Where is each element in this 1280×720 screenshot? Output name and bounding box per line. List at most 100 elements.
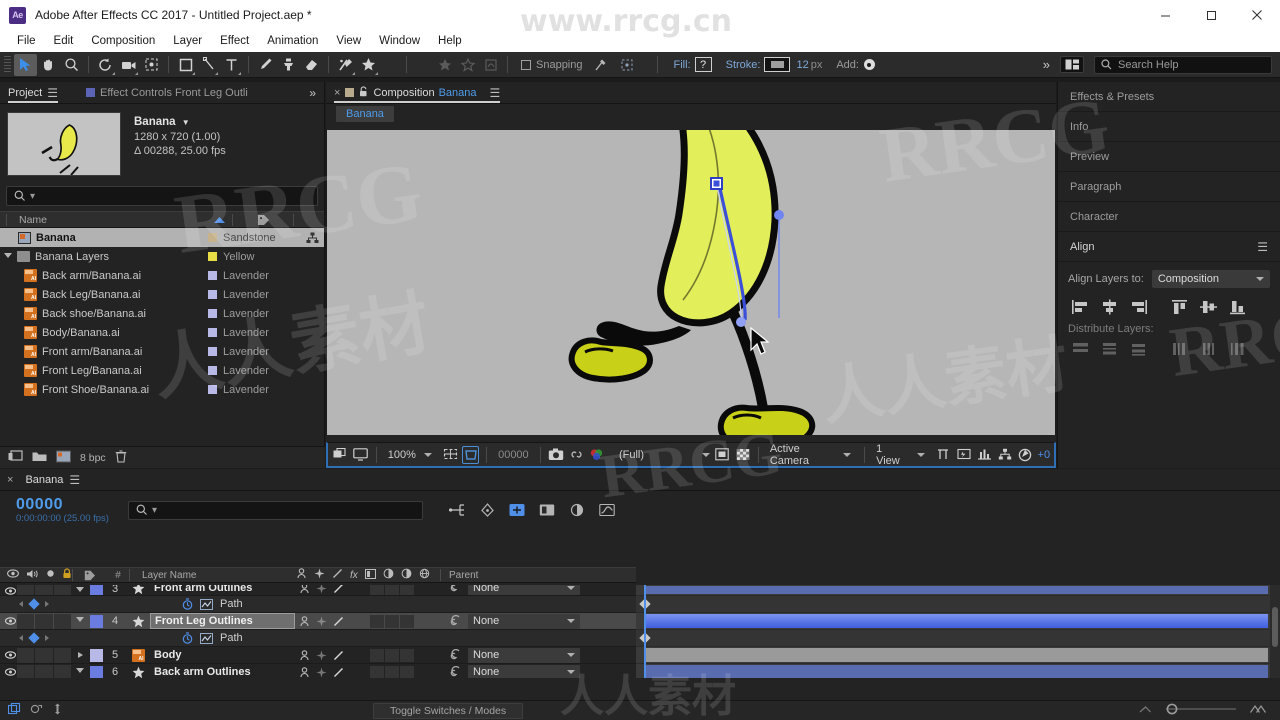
new-folder-icon[interactable] — [32, 450, 47, 465]
zoom-out-icon[interactable] — [1139, 704, 1152, 717]
layer-toggle-cells[interactable] — [17, 664, 72, 678]
timeline-layer-row[interactable]: 5 Body None — [0, 647, 636, 664]
pixel-aspect-correction-icon[interactable] — [935, 446, 951, 464]
project-item-color-label[interactable]: Lavender — [208, 308, 300, 320]
toggle-mask-icon[interactable] — [735, 446, 751, 464]
show-channel-icon[interactable] — [588, 446, 604, 464]
snapping-toggle[interactable]: Snapping — [521, 59, 583, 71]
project-item-color-label[interactable]: Yellow — [208, 251, 300, 263]
graph-editor-icon[interactable] — [597, 500, 617, 520]
composition-panel-menu-icon[interactable]: ☰ — [490, 86, 501, 100]
color-swatch[interactable] — [208, 290, 217, 299]
fast-previews-icon[interactable] — [956, 446, 972, 464]
layer-switches-icon[interactable] — [7, 702, 21, 718]
layer-visibility-icon[interactable] — [0, 668, 17, 676]
keyframe-navigator[interactable] — [0, 632, 60, 644]
timeline-layer-row[interactable]: 4 Front Leg Outlines None — [0, 613, 636, 630]
align-top-icon[interactable] — [1167, 297, 1192, 317]
eye-icon[interactable] — [7, 569, 19, 581]
project-panel-menu-icon[interactable]: ☰ — [47, 86, 58, 100]
panel-effects-presets[interactable]: Effects & Presets — [1058, 82, 1280, 112]
lock-icon[interactable] — [62, 568, 72, 582]
align-horizontal-center-icon[interactable] — [1097, 297, 1122, 317]
motion-blur-icon[interactable] — [383, 568, 394, 582]
layer-switches[interactable] — [295, 614, 445, 628]
layer-switches[interactable] — [295, 585, 445, 595]
selection-tool[interactable] — [14, 53, 37, 76]
layer-duration-bar[interactable] — [645, 614, 1268, 628]
fx-icon[interactable]: fx — [350, 570, 358, 581]
menu-edit[interactable]: Edit — [45, 30, 83, 52]
layer-disclosure-triangle-icon[interactable] — [72, 617, 88, 625]
distribute-vertical-center-icon[interactable] — [1097, 339, 1122, 359]
layer-name-label[interactable]: Body — [150, 648, 295, 662]
zoom-in-icon[interactable] — [1250, 704, 1266, 717]
layer-visibility-icon[interactable] — [0, 651, 17, 659]
layer-toggle-cells[interactable] — [17, 647, 72, 663]
menu-effect[interactable]: Effect — [211, 30, 258, 52]
timeline-body[interactable]: 3 Front arm Outlines None Path 4 Front Leg Ou… — [0, 585, 1280, 678]
project-list-item[interactable]: Front arm/Banana.ai Lavender — [0, 342, 324, 361]
active-camera-value[interactable]: Active Camera — [766, 443, 833, 467]
region-of-interest-icon[interactable] — [462, 445, 480, 464]
color-swatch[interactable] — [208, 252, 217, 261]
layer-name-label[interactable]: Front arm Outlines — [150, 585, 295, 595]
layer-parent-select[interactable]: None — [468, 585, 580, 595]
project-item-color-label[interactable]: Lavender — [208, 384, 300, 396]
collapse-icon[interactable] — [314, 568, 325, 582]
timeline-search-input[interactable]: ▾ — [128, 500, 423, 520]
panel-align[interactable]: Align ☰ — [1058, 232, 1280, 262]
keyframe-toggle-icon[interactable] — [28, 632, 40, 644]
scrollbar-thumb[interactable] — [1272, 607, 1278, 647]
quality-icon[interactable] — [332, 568, 343, 582]
layer-parent-cell[interactable]: None — [445, 664, 636, 678]
toolbar-grip[interactable] — [4, 55, 11, 74]
project-item-color-label[interactable]: Lavender — [208, 346, 300, 358]
transfer-controls-icon[interactable] — [30, 703, 43, 718]
menu-view[interactable]: View — [327, 30, 370, 52]
layer-color-swatch[interactable] — [88, 648, 104, 662]
menu-file[interactable]: File — [8, 30, 45, 52]
hide-shy-layers-icon[interactable] — [507, 500, 527, 520]
next-keyframe-icon[interactable] — [45, 635, 49, 641]
bit-depth-label[interactable]: 8 bpc — [80, 452, 106, 464]
color-swatch[interactable] — [208, 233, 217, 242]
project-search-input[interactable]: ▾ — [6, 186, 318, 206]
layer-color-swatch[interactable] — [88, 614, 104, 628]
layer-parent-select[interactable]: None — [468, 613, 580, 629]
project-list-item[interactable]: Back Leg/Banana.ai Lavender — [0, 285, 324, 304]
timeline-layer-row[interactable]: 3 Front arm Outlines None — [0, 585, 636, 596]
main-viewer-icon[interactable] — [352, 446, 369, 464]
align-layers-to-select[interactable]: Composition — [1151, 270, 1270, 288]
trash-icon[interactable] — [115, 449, 127, 466]
menu-help[interactable]: Help — [429, 30, 471, 52]
layer-duration-bar[interactable] — [645, 586, 1268, 594]
layer-audio-cell[interactable] — [17, 585, 35, 595]
draft-3d-icon[interactable] — [477, 500, 497, 520]
stroke-width-value[interactable]: 12 — [796, 59, 808, 71]
color-swatch[interactable] — [208, 271, 217, 280]
layer-rows-container[interactable]: 3 Front arm Outlines None Path 4 Front Leg Ou… — [0, 585, 636, 678]
breadcrumb-banana[interactable]: Banana — [336, 106, 394, 122]
layer-duration-bar[interactable] — [645, 648, 1268, 662]
search-dropdown-caret[interactable]: ▾ — [152, 505, 157, 516]
layer-parent-select[interactable]: None — [468, 664, 580, 678]
view-count-value[interactable]: 1 View — [872, 443, 907, 467]
snapping-magnet-icon[interactable] — [589, 54, 612, 76]
layer-disclosure-triangle-icon[interactable] — [72, 652, 88, 658]
snapping-grid-icon[interactable] — [616, 54, 639, 76]
menu-window[interactable]: Window — [370, 30, 429, 52]
puppet-overlap-tool[interactable] — [433, 54, 456, 76]
composition-canvas[interactable] — [326, 130, 1056, 435]
layer-solo-cell[interactable] — [35, 647, 53, 663]
composition-viewport[interactable] — [327, 130, 1055, 435]
rotation-tool[interactable] — [94, 54, 117, 76]
footer-timecode[interactable]: 00000 — [494, 449, 533, 461]
layer-name-label[interactable]: Front Leg Outlines — [150, 613, 295, 629]
brush-tool[interactable] — [254, 54, 277, 76]
previous-keyframe-icon[interactable] — [19, 601, 23, 607]
layer-solo-cell[interactable] — [35, 613, 53, 629]
puppet-advanced-tool[interactable] — [479, 54, 502, 76]
project-tabs-overflow[interactable]: » — [301, 82, 324, 103]
timeline-tab-name[interactable]: Banana — [25, 474, 63, 486]
